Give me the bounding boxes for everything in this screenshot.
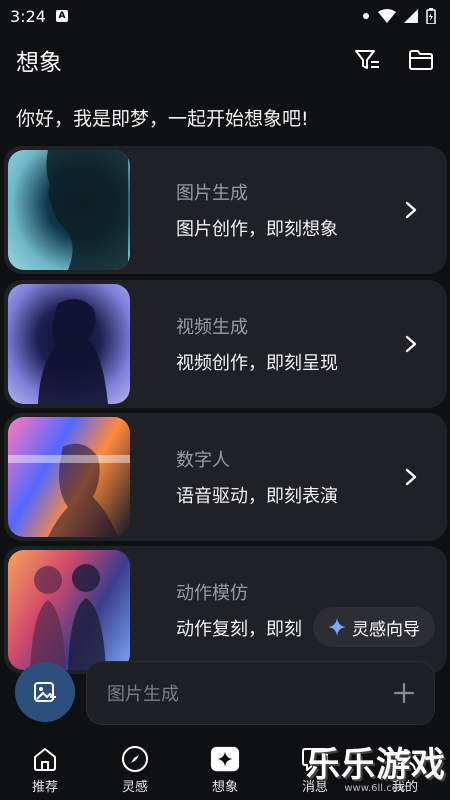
battery-icon (426, 8, 436, 24)
notification-badge: A (55, 10, 68, 22)
card-image-generation[interactable]: 图片生成 图片创作，即刻想象 (4, 146, 447, 274)
filter-icon (355, 50, 379, 69)
nav-item-inspiration[interactable]: 灵感 (100, 738, 170, 800)
silhouette-illustration (38, 298, 108, 404)
sparkle-icon (328, 618, 346, 636)
card-thumbnail (8, 417, 130, 537)
prompt-input[interactable]: 图片生成 (86, 661, 435, 725)
filter-button[interactable] (354, 47, 380, 73)
card-title: 图片生成 (176, 183, 248, 204)
signal-dot-icon (363, 13, 369, 19)
chevron-right-icon (405, 201, 417, 219)
inspiration-guide-label: 灵感向导 (352, 619, 420, 640)
greeting-text: 你好，我是即梦，一起开始想象吧! (16, 108, 309, 130)
chevron-right-icon (405, 335, 417, 353)
nav-item-recommend[interactable]: 推荐 (10, 738, 80, 800)
card-subtitle: 图片创作，即刻想象 (176, 219, 338, 240)
nav-label: 灵感 (121, 780, 148, 795)
nav-label: 推荐 (31, 780, 58, 795)
card-title: 视频生成 (176, 317, 248, 338)
portrait-illustration (46, 150, 128, 270)
status-time: 3:24 (10, 6, 46, 26)
card-thumbnail (8, 284, 130, 404)
header: 想象 (0, 36, 450, 84)
status-icons (362, 8, 436, 24)
folder-icon (409, 50, 433, 70)
sparkle-icon (210, 746, 240, 772)
card-subtitle: 视频创作，即刻呈现 (176, 353, 338, 374)
card-digital-human[interactable]: 数字人 语音驱动，即刻表演 (4, 413, 447, 541)
wifi-icon (378, 9, 396, 23)
watermark-main: 乐乐游戏 (306, 745, 446, 785)
card-title: 动作模仿 (176, 583, 248, 604)
card-thumbnail (8, 150, 130, 270)
nav-item-imagine[interactable]: 想象 (190, 738, 260, 800)
image-mode-button[interactable] (15, 662, 75, 722)
compass-icon (122, 746, 148, 772)
status-bar: 3:24 A (0, 0, 450, 32)
card-subtitle: 动作复刻，即刻 (176, 619, 302, 640)
plus-icon[interactable] (394, 683, 414, 703)
watermark-url: www.6ll.com (344, 783, 408, 794)
home-icon (34, 748, 56, 771)
page-title: 想象 (16, 50, 62, 76)
prompt-placeholder: 图片生成 (107, 684, 179, 705)
folder-button[interactable] (408, 47, 434, 73)
inspiration-guide-button[interactable]: 灵感向导 (313, 607, 435, 647)
card-title: 数字人 (176, 450, 230, 471)
cell-signal-icon (404, 9, 418, 23)
card-subtitle: 语音驱动，即刻表演 (176, 486, 338, 507)
image-edit-icon (34, 682, 56, 702)
chevron-right-icon (405, 468, 417, 486)
card-video-generation[interactable]: 视频生成 视频创作，即刻呈现 (4, 280, 447, 408)
watermark: 乐乐游戏 www.6ll.com (306, 748, 446, 794)
card-thumbnail (8, 550, 130, 670)
figures-illustration (30, 564, 106, 670)
faces-illustration (8, 443, 130, 537)
nav-label: 想象 (211, 780, 238, 795)
